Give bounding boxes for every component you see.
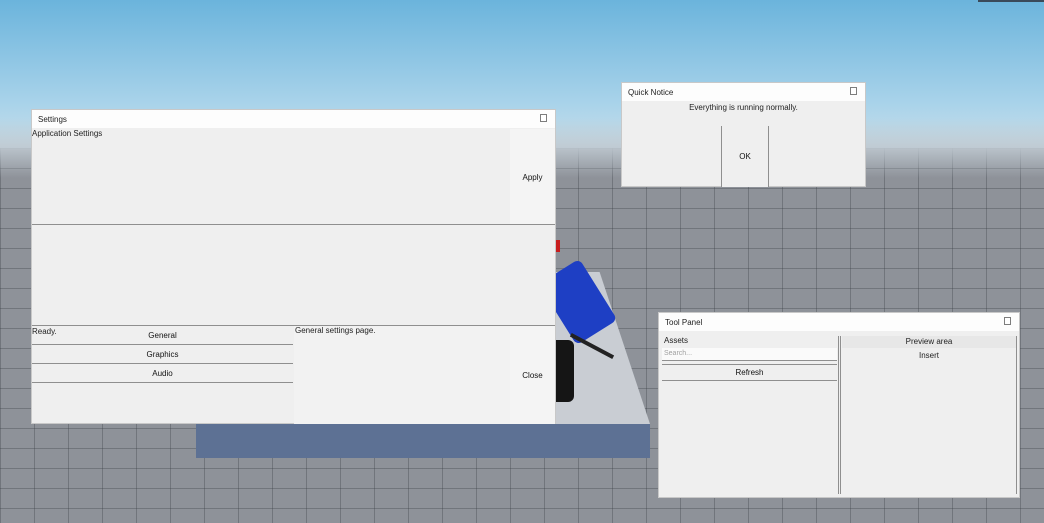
maximize-icon[interactable] (850, 87, 857, 95)
ok-button[interactable]: OK (721, 126, 769, 187)
tool-panel-right-divider (1016, 336, 1017, 494)
insert-button[interactable]: Insert (842, 349, 1016, 362)
tool-panel-left-divider (838, 336, 839, 494)
apply-button[interactable]: Apply (510, 129, 555, 225)
tool-panel-window: Tool Panel Assets Search... Refresh Prev… (658, 312, 1020, 498)
close-button-label: Close (522, 370, 543, 380)
maximize-icon[interactable] (540, 114, 547, 122)
notice-message: Everything is running normally. (689, 103, 798, 112)
nav-item-label: Audio (152, 368, 173, 378)
nav-item-graphics[interactable]: Graphics (32, 345, 293, 364)
tool-panel-titlebar[interactable]: Tool Panel (659, 313, 1019, 331)
tool-panel-title: Tool Panel (665, 318, 703, 327)
settings-divider-top (32, 224, 555, 225)
quick-notice-window: Quick Notice Everything is running norma… (621, 82, 866, 187)
assets-label: Assets (664, 336, 689, 345)
refresh-button-label: Refresh (735, 368, 764, 377)
settings-window: Settings Application Settings Apply Read… (31, 109, 556, 424)
platform-side-surface (196, 424, 650, 458)
preview-area: Preview area (842, 336, 1016, 348)
settings-content-area (294, 326, 510, 424)
page-description: General settings page. (295, 326, 376, 335)
application-settings-label: Application Settings (32, 129, 103, 138)
ok-button-label: OK (739, 152, 751, 161)
nav-item-general[interactable]: General (32, 326, 293, 345)
nav-item-label: General (148, 330, 177, 340)
apply-button-label: Apply (522, 172, 543, 182)
maximize-icon[interactable] (1004, 317, 1011, 325)
settings-titlebar[interactable]: Settings (32, 110, 555, 128)
tool-panel-splitter[interactable] (840, 336, 841, 494)
settings-title: Settings (38, 115, 67, 124)
nav-item-label: Graphics (146, 349, 179, 359)
close-button[interactable]: Close (510, 326, 555, 424)
nav-item-audio[interactable]: Audio (32, 364, 293, 383)
notice-titlebar[interactable]: Quick Notice (622, 83, 865, 101)
search-input[interactable]: Search... (662, 348, 837, 361)
notice-title: Quick Notice (628, 88, 674, 97)
refresh-button[interactable]: Refresh (662, 364, 837, 381)
viewport-corner-line (978, 0, 1044, 2)
